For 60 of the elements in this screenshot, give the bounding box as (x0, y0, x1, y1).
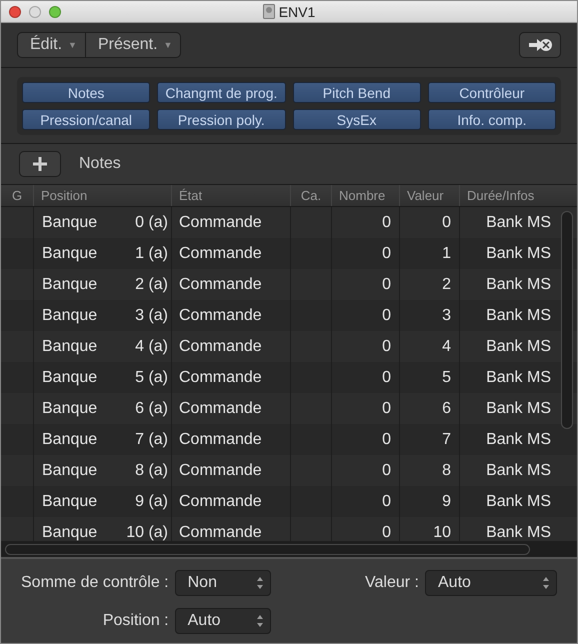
value-popup[interactable]: Auto (425, 570, 557, 596)
table-cell: 5 (a) (135, 368, 168, 386)
table-cell: Banque (42, 214, 98, 232)
table-cell: Banque (42, 244, 98, 262)
filter-button[interactable]: Info. comp. (428, 109, 556, 130)
table-cell: 9 (a) (135, 492, 168, 510)
column-header[interactable]: Valeur (399, 185, 459, 206)
arrow-button[interactable] (519, 32, 561, 58)
stepper-icon (256, 614, 264, 628)
filter-button[interactable]: SysEx (292, 109, 421, 130)
table-cell: Banque (42, 368, 98, 386)
table-cell: Banque (42, 492, 98, 510)
filter-button[interactable]: Notes (22, 82, 150, 103)
table-cell: Banque (42, 462, 98, 480)
position-popup[interactable]: Auto (174, 608, 271, 634)
table-cell: 2 (a) (135, 276, 168, 294)
table-cell: 0 (a) (135, 214, 168, 232)
table-cell: 6 (a) (135, 400, 168, 418)
table-cell: 1 (a) (135, 244, 168, 262)
horizontal-scrollbar[interactable] (5, 544, 530, 554)
field-label: Somme de contrôle : (21, 574, 169, 592)
close-button[interactable] (9, 6, 21, 18)
window-title: ENV1 (278, 4, 316, 20)
plus-icon (32, 156, 48, 172)
column-header[interactable]: Position (33, 185, 171, 206)
checksum-popup[interactable]: Non (174, 570, 271, 596)
menu-button[interactable]: Présent. ▼ (84, 33, 180, 57)
document-icon (262, 4, 275, 19)
menu-button[interactable]: Édit. ▼ (18, 33, 85, 57)
column-header[interactable]: Ca. (290, 185, 331, 206)
column-header[interactable]: G (1, 185, 33, 206)
filter-button[interactable]: Changmt de prog. (157, 82, 286, 103)
filter-button[interactable]: Contrôleur (428, 82, 556, 103)
stepper-icon (542, 576, 550, 590)
zoom-button[interactable] (49, 6, 61, 18)
vertical-scrollbar[interactable] (561, 211, 573, 429)
minimize-button[interactable] (29, 6, 41, 18)
table-cell: Banque (42, 400, 98, 418)
table-cell: Banque (42, 306, 98, 324)
field-label: Valeur : (365, 574, 419, 592)
filter-button[interactable]: Pression poly. (157, 109, 286, 130)
table-cell: 10 (a) (126, 524, 168, 541)
table-cell: Banque (42, 338, 98, 356)
arrow-icon (527, 37, 553, 53)
filter-button[interactable]: Pitch Bend (292, 82, 421, 103)
column-header[interactable]: Nombre (331, 185, 399, 206)
table-cell: 8 (a) (135, 462, 168, 480)
table-cell: Banque (42, 524, 98, 541)
section-title: Notes (79, 155, 121, 173)
table-cell: 3 (a) (135, 306, 168, 324)
table-cell: 7 (a) (135, 430, 168, 448)
filter-button[interactable]: Pression/canal (22, 109, 150, 130)
field-label: Position : (102, 612, 169, 630)
column-header[interactable]: État (171, 185, 290, 206)
add-button[interactable] (19, 151, 61, 177)
table-cell: Banque (42, 276, 98, 294)
table-cell: 4 (a) (135, 338, 168, 356)
column-header[interactable]: Durée/Infos (459, 185, 559, 206)
stepper-icon (256, 576, 264, 590)
table-cell: Banque (42, 430, 98, 448)
